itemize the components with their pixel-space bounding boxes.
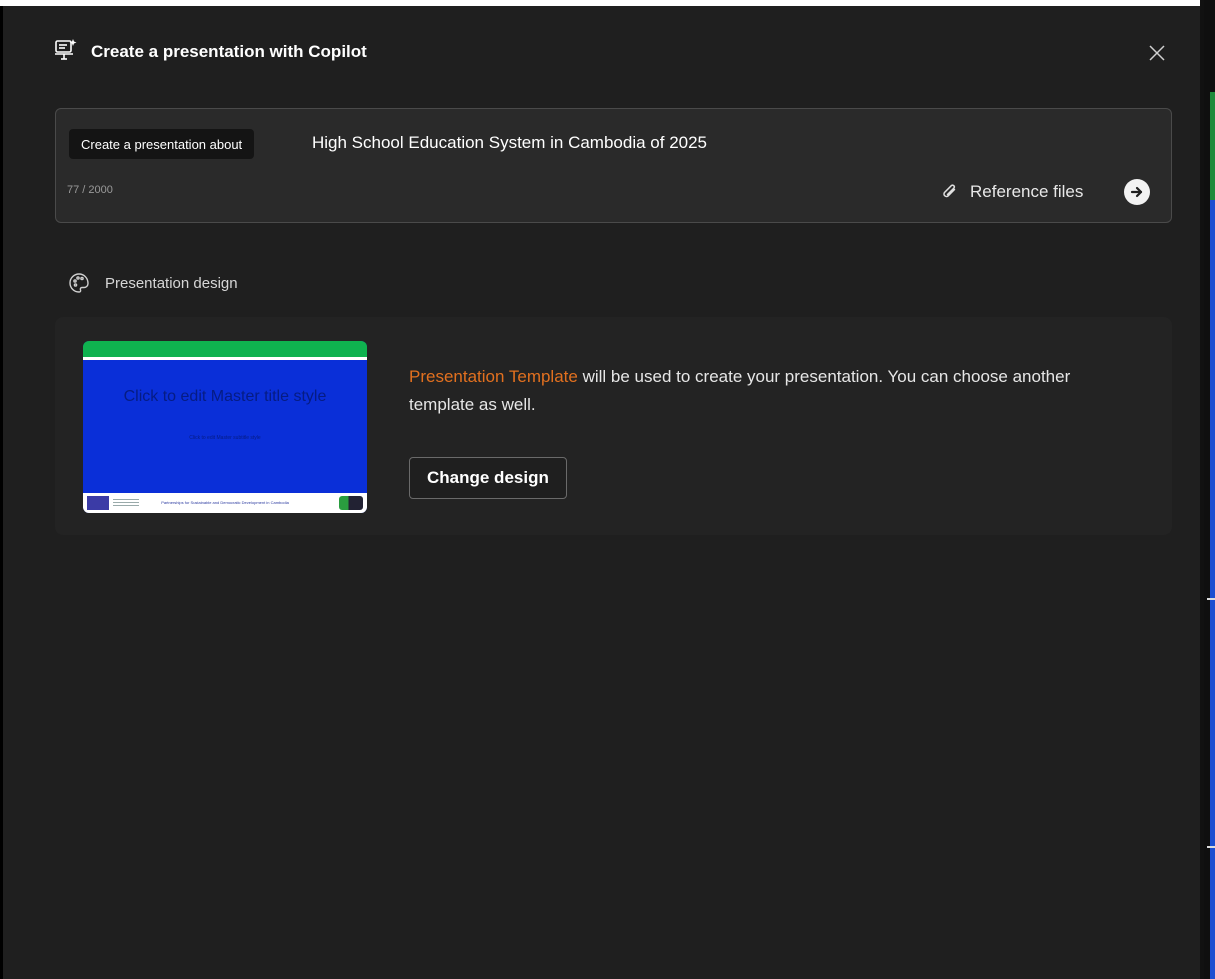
window-edge-line [1200,0,1204,979]
prompt-prefix-chip[interactable]: Create a presentation about [69,129,255,159]
copilot-dialog: Create a presentation with Copilot Creat… [0,6,1200,979]
edge-green-segment [1210,92,1215,200]
background-window-edge [1200,0,1215,979]
template-description: Presentation Template will be used to cr… [409,363,1129,419]
design-card: Click to edit Master title style Click t… [55,317,1172,535]
thumbnail-subtitle: Click to edit Master subtitle style [189,435,261,441]
change-design-button[interactable]: Change design [409,457,567,499]
template-name-link: Presentation Template [409,367,578,386]
character-count: 77 / 2000 [67,184,113,196]
paperclip-icon [943,184,956,198]
close-button[interactable] [1145,41,1169,65]
presentation-copilot-icon [53,37,79,68]
dialog-header: Create a presentation with Copilot [53,38,367,64]
presentation-design-label: Presentation design [105,274,238,292]
thumbnail-footer: Partnerships for Sustainable and Democra… [83,493,367,513]
arrow-right-circle-icon [1130,186,1143,198]
palette-icon [69,273,89,293]
thumbnail-title: Click to edit Master title style [123,388,327,405]
edge-blue-segment [1210,200,1215,979]
thumbnail-divider [83,357,367,360]
reference-files-button[interactable]: Reference files [940,179,1083,205]
reference-files-label: Reference files [970,182,1084,201]
prompt-input-box[interactable]: Create a presentation about High School … [55,108,1172,223]
dialog-title: Create a presentation with Copilot [91,42,367,61]
send-button[interactable] [1124,179,1150,205]
presentation-design-header: Presentation design [67,270,238,296]
close-icon [1149,45,1165,61]
edge-tick [1207,598,1215,600]
thumbnail-top-bar [83,341,367,357]
template-thumbnail[interactable]: Click to edit Master title style Click t… [83,341,367,513]
prompt-input[interactable]: High School Education System in Cambodia… [312,131,707,155]
thumbnail-footer-text: Partnerships for Sustainable and Democra… [161,500,289,505]
thumbnail-right-logo [339,496,363,510]
edge-tick [1207,846,1215,848]
